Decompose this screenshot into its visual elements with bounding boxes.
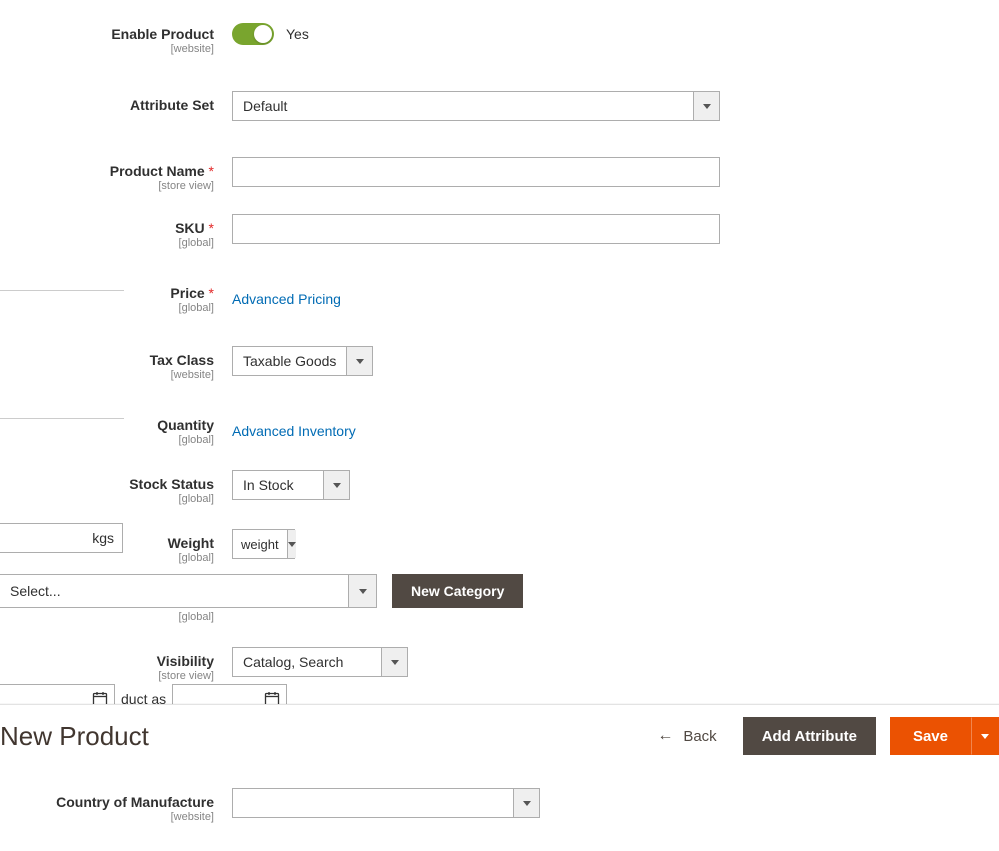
back-label: Back (683, 728, 716, 745)
enable-product-scope: [website] (0, 43, 214, 55)
attribute-set-label: Attribute Set (130, 97, 214, 113)
arrow-left-icon: ← (657, 727, 673, 745)
attribute-set-select[interactable]: Default (232, 91, 720, 121)
stock-status-value: In Stock (233, 471, 323, 499)
chevron-down-icon[interactable] (323, 471, 349, 499)
product-name-scope: [store view] (0, 180, 214, 192)
country-label: Country of Manufacture (56, 794, 214, 810)
weight-ship-text: weight (233, 530, 287, 558)
weight-unit-text: kgs (92, 530, 114, 546)
quantity-scope: [global] (0, 434, 214, 446)
weight-unit-box: kgs (0, 523, 123, 553)
chevron-down-icon[interactable] (348, 575, 376, 607)
price-label: Price (170, 285, 214, 301)
categories-select[interactable]: Select... (0, 574, 377, 608)
visibility-label: Visibility (157, 653, 214, 669)
product-name-label: Product Name (110, 163, 214, 179)
enable-product-value: Yes (286, 26, 309, 42)
page-title: New Product (0, 721, 149, 752)
categories-placeholder: Select... (0, 575, 348, 607)
add-attribute-button[interactable]: Add Attribute (743, 717, 876, 755)
weight-scope: [global] (0, 552, 214, 564)
enable-product-label: Enable Product (111, 26, 214, 42)
visibility-value: Catalog, Search (233, 648, 381, 676)
weight-ship-select[interactable]: weight (232, 529, 295, 559)
tax-class-value: Taxable Goods (233, 347, 346, 375)
chevron-down-icon[interactable] (381, 648, 407, 676)
attribute-set-value: Default (233, 92, 693, 120)
back-link[interactable]: ← Back (657, 727, 716, 745)
price-scope: [global] (0, 302, 214, 314)
sku-label: SKU (175, 220, 214, 236)
tax-class-scope: [website] (0, 369, 214, 381)
enable-product-toggle[interactable] (232, 23, 274, 45)
save-button[interactable]: Save (890, 717, 971, 755)
country-scope: [website] (0, 811, 214, 823)
product-name-input[interactable] (232, 157, 720, 187)
tax-class-label: Tax Class (150, 352, 214, 368)
categories-scope: [global] (0, 611, 214, 623)
visibility-select[interactable]: Catalog, Search (232, 647, 408, 677)
new-category-button[interactable]: New Category (392, 574, 523, 608)
chevron-down-icon[interactable] (346, 347, 372, 375)
advanced-pricing-link[interactable]: Advanced Pricing (232, 291, 341, 307)
chevron-down-icon[interactable] (287, 530, 296, 558)
chevron-down-icon[interactable] (693, 92, 719, 120)
visibility-scope: [store view] (0, 670, 214, 682)
stock-status-scope: [global] (0, 493, 214, 505)
weight-label: Weight (168, 535, 214, 551)
save-dropdown-toggle[interactable] (971, 717, 999, 755)
chevron-down-icon[interactable] (513, 789, 539, 817)
country-value (233, 789, 513, 817)
sku-scope: [global] (0, 237, 214, 249)
chevron-down-icon (981, 734, 989, 739)
country-select[interactable] (232, 788, 540, 818)
stock-status-select[interactable]: In Stock (232, 470, 350, 500)
stock-status-label: Stock Status (129, 476, 214, 492)
sku-input[interactable] (232, 214, 720, 244)
quantity-label: Quantity (157, 417, 214, 433)
tax-class-select[interactable]: Taxable Goods (232, 346, 373, 376)
advanced-inventory-link[interactable]: Advanced Inventory (232, 423, 356, 439)
